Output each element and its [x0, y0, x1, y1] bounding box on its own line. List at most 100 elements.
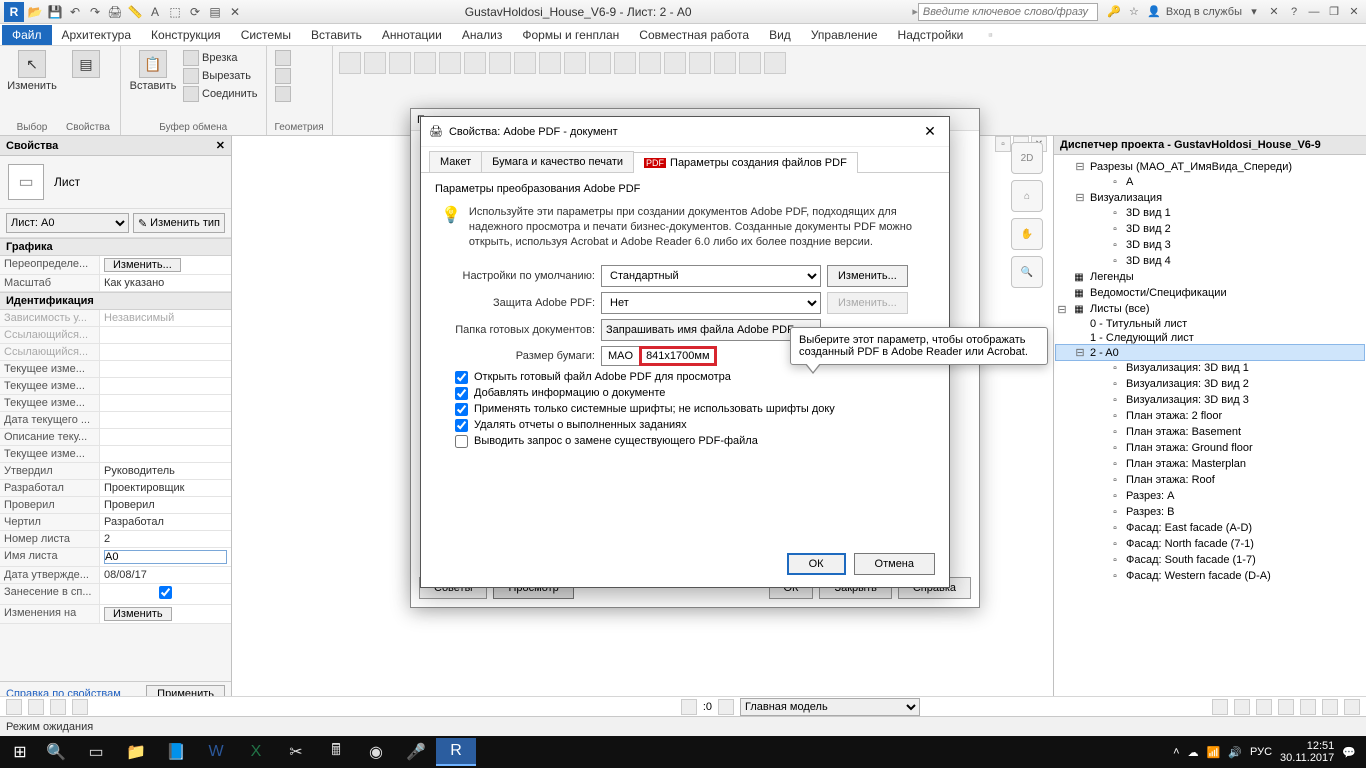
rb-icon[interactable] [489, 52, 511, 74]
vcb-icon[interactable] [6, 699, 22, 715]
main-model-select[interactable]: Главная модель [740, 698, 920, 716]
tree-node[interactable]: ▦Легенды [1056, 269, 1364, 285]
rb-icon[interactable] [439, 52, 461, 74]
vcb-icon[interactable] [1234, 699, 1250, 715]
taskview-icon[interactable]: ▭ [76, 738, 116, 766]
tree-node[interactable]: ⊟2 - A0 [1056, 345, 1364, 360]
output-folder-field[interactable] [601, 319, 821, 341]
help-icon[interactable]: ? [1286, 4, 1302, 20]
rb-icon[interactable] [389, 52, 411, 74]
tree-node[interactable]: ⊟Разрезы (MAO_AT_ИмяВида_Спереди) [1056, 159, 1364, 174]
text-icon[interactable]: A [146, 3, 164, 21]
tree-node[interactable]: ▫План этажа: Roof [1056, 472, 1364, 488]
props-edit-button[interactable]: Изменить... [104, 258, 181, 272]
chk-system-fonts[interactable]: Применять только системные шрифты; не ис… [455, 403, 935, 416]
vcb-icon[interactable] [1322, 699, 1338, 715]
viewcube-2d-icon[interactable]: 2D [1011, 142, 1043, 174]
min-icon[interactable]: — [1306, 4, 1322, 20]
file-menu[interactable]: Файл [2, 25, 52, 45]
tree-node[interactable]: ▫A [1056, 174, 1364, 190]
props-value[interactable]: Разработал [100, 514, 231, 530]
navbar-pan-icon[interactable]: ✋ [1011, 218, 1043, 250]
vcb-icon[interactable] [681, 699, 697, 715]
measure-icon[interactable]: 📏 [126, 3, 144, 21]
tree-node[interactable]: ▫3D вид 1 [1056, 205, 1364, 221]
menu-collab[interactable]: Совместная работа [629, 25, 759, 45]
props-value[interactable] [100, 584, 231, 604]
tree-node[interactable]: ▫Фасад: North facade (7-1) [1056, 536, 1364, 552]
tree-node[interactable]: ▫Разрез: A [1056, 488, 1364, 504]
mic-icon[interactable]: 🎤 [396, 738, 436, 766]
tree-node[interactable]: ▫Фасад: East facade (A-D) [1056, 520, 1364, 536]
default-settings-select[interactable]: Стандартный [601, 265, 821, 287]
geom-3[interactable] [275, 86, 324, 102]
tree-node[interactable]: ▫План этажа: 2 floor [1056, 408, 1364, 424]
menu-more-icon[interactable]: ▫️ [973, 25, 1008, 45]
rb-icon[interactable] [714, 52, 736, 74]
join-button[interactable]: Соединить [183, 86, 258, 102]
max-icon[interactable]: ❐ [1326, 4, 1342, 20]
props-value[interactable]: Изменить [100, 605, 231, 623]
snip-icon[interactable]: ✂ [276, 738, 316, 766]
pdf-ok-button[interactable]: ОК [787, 553, 846, 575]
tray-notif-icon[interactable]: 💬 [1342, 746, 1356, 759]
props-value[interactable]: Изменить... [100, 256, 231, 274]
redo-icon[interactable]: ↷ [86, 3, 104, 21]
rb-icon[interactable] [664, 52, 686, 74]
keys-icon[interactable]: 🔑 [1106, 4, 1122, 20]
rb-icon[interactable] [614, 52, 636, 74]
props-value[interactable] [100, 344, 231, 360]
expand-icon[interactable]: ⊟ [1074, 191, 1086, 204]
tree-node[interactable]: ▫3D вид 2 [1056, 221, 1364, 237]
menu-arch[interactable]: Архитектура [52, 25, 142, 45]
explorer-icon[interactable]: 📁 [116, 738, 156, 766]
chk-delete-logs[interactable]: Удалять отчеты о выполненных заданиях [455, 419, 935, 432]
menu-massing[interactable]: Формы и генплан [512, 25, 629, 45]
word-icon[interactable]: W [196, 738, 236, 766]
search-taskbar-icon[interactable]: 🔍 [36, 738, 76, 766]
close-hidden-icon[interactable]: ✕ [226, 3, 244, 21]
start-button[interactable]: ⊞ [4, 738, 36, 766]
notes-icon[interactable]: 📘 [156, 738, 196, 766]
panel-icon[interactable]: ▤ [206, 3, 224, 21]
vcb-icon[interactable] [28, 699, 44, 715]
chevron-down-icon[interactable]: ▾ [1246, 4, 1262, 20]
tree-node[interactable]: ▦Ведомости/Спецификации [1056, 285, 1364, 301]
tab-paper-quality[interactable]: Бумага и качество печати [481, 151, 634, 172]
vcb-icon[interactable] [50, 699, 66, 715]
chk-ask-replace[interactable]: Выводить запрос о замене существующего P… [455, 435, 935, 448]
excel-icon[interactable]: X [236, 738, 276, 766]
expand-icon[interactable]: ⊟ [1056, 303, 1068, 316]
cutout-button[interactable]: Вырезать [183, 68, 258, 84]
paste-button[interactable]: 📋Вставить [129, 50, 177, 102]
tray-volume-icon[interactable]: 🔊 [1228, 746, 1242, 759]
rb-icon[interactable] [414, 52, 436, 74]
chrome-icon[interactable]: ◉ [356, 738, 396, 766]
menu-struct[interactable]: Конструкция [141, 25, 231, 45]
exchange-icon[interactable]: ✕ [1266, 4, 1282, 20]
tree-node[interactable]: ▫Визуализация: 3D вид 3 [1056, 392, 1364, 408]
tab-layout[interactable]: Макет [429, 151, 482, 172]
security-select[interactable]: Нет [601, 292, 821, 314]
tray-lang[interactable]: РУС [1250, 746, 1272, 758]
menu-systems[interactable]: Системы [231, 25, 301, 45]
calc-icon[interactable]: 🖩 [316, 738, 356, 766]
3d-icon[interactable]: ⬚ [166, 3, 184, 21]
undo-icon[interactable]: ↶ [66, 3, 84, 21]
props-value[interactable] [100, 446, 231, 462]
instance-selector[interactable]: Лист: A0 [6, 213, 129, 233]
chk-doc-info[interactable]: Добавлять информацию о документе [455, 387, 935, 400]
props-value[interactable]: Независимый [100, 310, 231, 326]
geom-1[interactable] [275, 50, 324, 66]
menu-addins[interactable]: Надстройки [888, 25, 974, 45]
tree-node[interactable]: ▫3D вид 3 [1056, 237, 1364, 253]
tree-node[interactable]: ▫План этажа: Basement [1056, 424, 1364, 440]
rb-icon[interactable] [689, 52, 711, 74]
pdf-cancel-button[interactable]: Отмена [854, 553, 935, 575]
close-icon[interactable]: ✕ [1346, 4, 1362, 20]
tray-cloud-icon[interactable]: ☁ [1188, 746, 1199, 759]
props-value[interactable]: Как указано [100, 275, 231, 291]
props-value[interactable]: 2 [100, 531, 231, 547]
rb-icon[interactable] [564, 52, 586, 74]
change-settings-button[interactable]: Изменить... [827, 265, 908, 287]
